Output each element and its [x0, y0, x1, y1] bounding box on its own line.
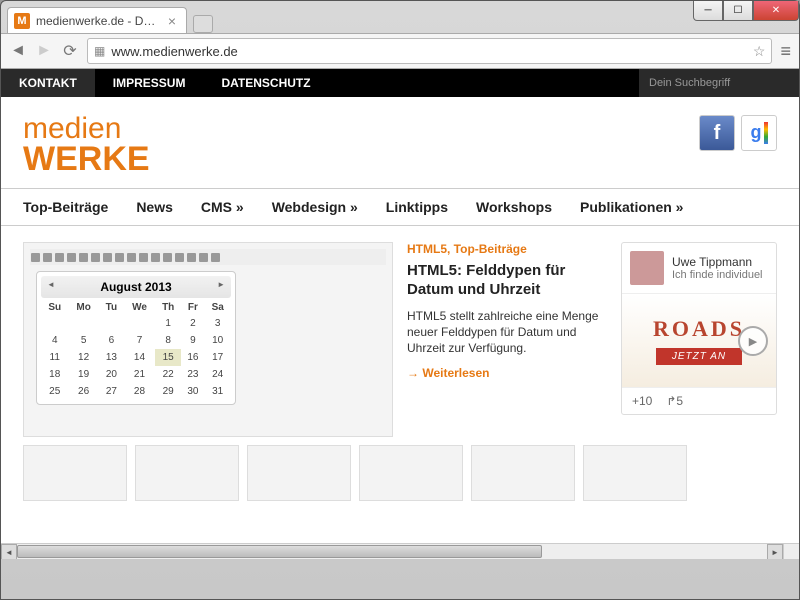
promo-text: ROADS [653, 316, 745, 342]
article-excerpt: HTML5 stellt zahlreiche eine Menge neuer… [407, 308, 607, 357]
slider-thumb[interactable] [471, 445, 575, 501]
site-search-input[interactable]: Dein Suchbegriff [639, 69, 799, 97]
window-maximize-button[interactable]: ☐ [723, 1, 753, 21]
slider-thumb[interactable] [23, 445, 127, 501]
topnav-datenschutz[interactable]: DATENSCHUTZ [203, 69, 328, 97]
slider-thumb[interactable] [359, 445, 463, 501]
url-input[interactable] [111, 44, 747, 59]
reload-button[interactable]: ⟳ [61, 42, 79, 60]
back-button[interactable]: ◄ [9, 42, 27, 60]
browser-tab[interactable]: M medienwerke.de - Daniel × [7, 7, 187, 33]
author-name[interactable]: Uwe Tippmann [672, 255, 763, 269]
scroll-right-button[interactable]: ► [767, 544, 783, 559]
address-bar[interactable]: ▦ ☆ [87, 38, 772, 64]
main-navigation: Top-Beiträge News CMS » Webdesign » Link… [1, 188, 799, 226]
google-plus-widget: Uwe Tippmann Ich finde individuel ROADS … [621, 242, 777, 415]
logo-line1: medien [23, 115, 150, 142]
favicon: M [14, 13, 30, 29]
plus-one-count[interactable]: +10 [632, 394, 652, 408]
chrome-menu-button[interactable]: ≡ [780, 41, 791, 62]
slider-thumb[interactable] [247, 445, 351, 501]
promo-sub: JETZT AN [656, 348, 742, 365]
play-icon[interactable]: ▶ [738, 326, 768, 356]
site-info-icon[interactable]: ▦ [94, 44, 105, 58]
nav-top-beitraege[interactable]: Top-Beiträge [23, 199, 108, 215]
window-minimize-button[interactable]: ─ [693, 1, 723, 21]
slider-thumb[interactable] [135, 445, 239, 501]
horizontal-scrollbar[interactable]: ◄ ► [1, 543, 783, 559]
nav-cms[interactable]: CMS » [201, 199, 244, 215]
slider-thumb[interactable] [583, 445, 687, 501]
article-categories: HTML5, Top-Beiträge [407, 242, 607, 256]
topnav-kontakt[interactable]: KONTAKT [1, 69, 95, 97]
article-title[interactable]: HTML5: Felddypen für Datum und Uhrzeit [407, 262, 607, 300]
share-count[interactable]: ↱5 [666, 394, 683, 408]
promo-image[interactable]: ROADS JETZT AN ▶ [622, 293, 776, 388]
scroll-left-button[interactable]: ◄ [1, 544, 17, 559]
nav-linktipps[interactable]: Linktipps [386, 199, 448, 215]
nav-news[interactable]: News [136, 199, 173, 215]
nav-workshops[interactable]: Workshops [476, 199, 552, 215]
window-close-button[interactable]: ✕ [753, 1, 799, 21]
calendar-title: August 2013 [41, 276, 231, 298]
tab-title: medienwerke.de - Daniel [36, 14, 162, 28]
site-logo[interactable]: medien WERKE [23, 115, 150, 176]
author-subtitle: Ich finde individuel [672, 269, 763, 281]
cat-top[interactable]: Top-Beiträge [454, 242, 527, 256]
bookmark-icon[interactable]: ☆ [753, 43, 766, 60]
nav-webdesign[interactable]: Webdesign » [272, 199, 358, 215]
avatar[interactable] [630, 251, 664, 285]
feature-image[interactable]: August 2013 SuMoTuWeThFrSa 1234567891011… [23, 242, 393, 437]
nav-publikationen[interactable]: Publikationen » [580, 199, 683, 215]
logo-line2: WERKE [23, 142, 150, 176]
google-plus-icon[interactable]: g [741, 115, 777, 151]
calendar-grid: SuMoTuWeThFrSa 1234567891011121314151617… [41, 300, 231, 400]
new-tab-button[interactable] [193, 15, 213, 33]
resize-grip[interactable] [783, 543, 799, 559]
scroll-thumb[interactable] [17, 545, 542, 558]
cat-html5[interactable]: HTML5 [407, 242, 447, 256]
read-more-link[interactable]: Weiterlesen [407, 366, 490, 380]
topnav-impressum[interactable]: IMPRESSUM [95, 69, 204, 97]
tab-close-icon[interactable]: × [168, 13, 176, 29]
facebook-icon[interactable]: f [699, 115, 735, 151]
forward-button[interactable]: ► [35, 42, 53, 60]
